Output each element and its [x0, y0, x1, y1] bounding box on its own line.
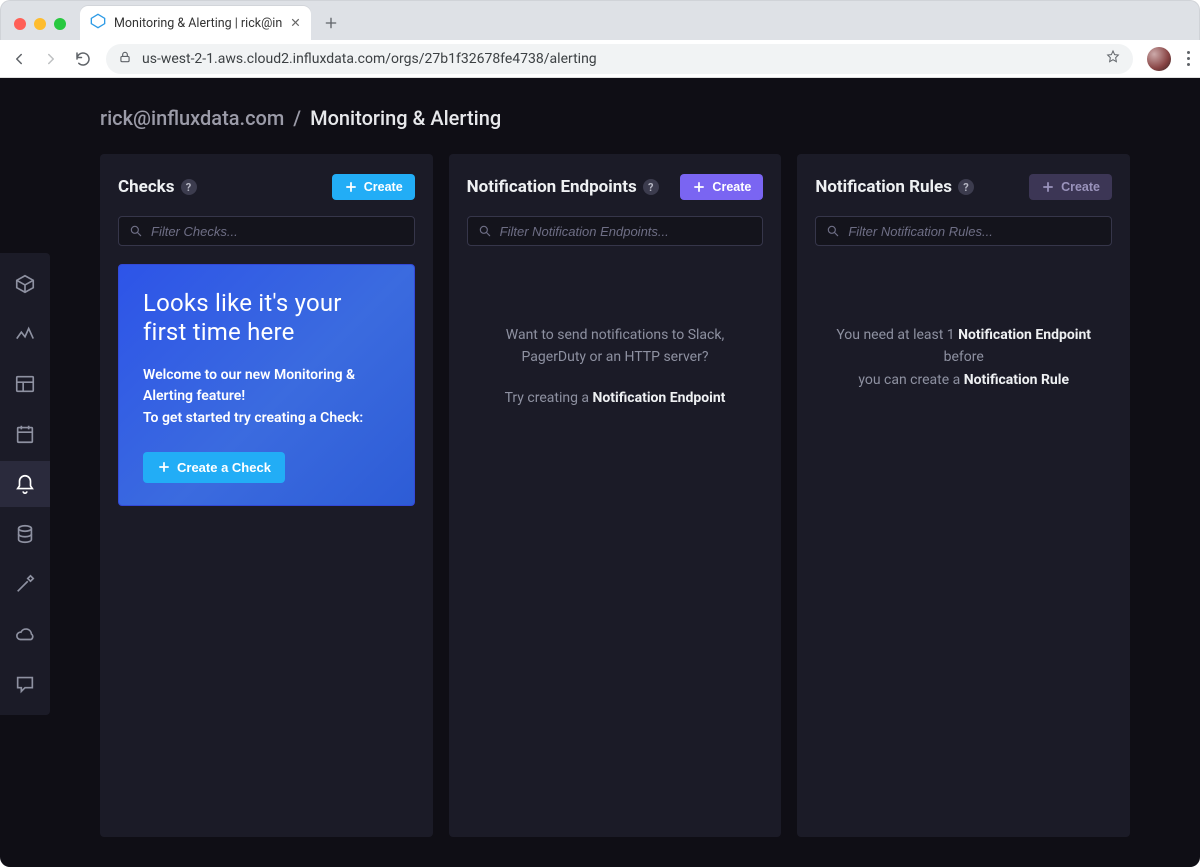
- bookmark-star-icon[interactable]: [1105, 49, 1121, 69]
- rules-help-icon[interactable]: ?: [958, 179, 974, 195]
- endpoints-empty-l2-pre: Try creating a: [505, 390, 593, 406]
- window-controls: [14, 18, 66, 30]
- rules-empty-l1-strong: Notification Endpoint: [958, 327, 1091, 343]
- endpoints-empty-l2-strong: Notification Endpoint: [593, 390, 726, 406]
- breadcrumb: rick@influxdata.com / Monitoring & Alert…: [100, 106, 1130, 130]
- address-bar[interactable]: us-west-2-1.aws.cloud2.influxdata.com/or…: [106, 44, 1133, 74]
- breadcrumb-separator: /: [293, 106, 301, 130]
- rules-empty-l2: before: [815, 346, 1112, 368]
- create-endpoint-label: Create: [712, 180, 751, 194]
- reload-button[interactable]: [74, 50, 92, 68]
- create-check-button[interactable]: Create: [332, 174, 415, 200]
- forward-button[interactable]: [42, 50, 60, 68]
- endpoints-empty-state: Want to send notifications to Slack, Pag…: [467, 324, 764, 409]
- breadcrumb-root[interactable]: rick@influxdata.com: [100, 106, 284, 130]
- welcome-body-line1: Welcome to our new Monitoring & Alerting…: [143, 367, 355, 405]
- endpoints-help-icon[interactable]: ?: [643, 179, 659, 195]
- create-a-check-button[interactable]: Create a Check: [143, 452, 285, 483]
- plus-icon: [1041, 180, 1055, 194]
- search-icon: [826, 224, 840, 238]
- browser-tab[interactable]: Monitoring & Alerting | rick@in ✕: [80, 6, 311, 40]
- new-tab-button[interactable]: [317, 9, 345, 37]
- checks-filter[interactable]: [118, 216, 415, 246]
- close-window-dot[interactable]: [14, 18, 26, 30]
- app-sidebar: [0, 253, 50, 715]
- plus-icon: [692, 180, 706, 194]
- lock-icon: [118, 50, 132, 68]
- search-icon: [129, 224, 143, 238]
- endpoints-filter-input[interactable]: [500, 224, 753, 239]
- address-bar-url: us-west-2-1.aws.cloud2.influxdata.com/or…: [142, 51, 1095, 67]
- page-title: Monitoring & Alerting: [310, 106, 501, 130]
- close-tab-icon[interactable]: ✕: [290, 15, 300, 31]
- create-a-check-label: Create a Check: [177, 460, 271, 475]
- create-check-label: Create: [364, 180, 403, 194]
- welcome-heading: Looks like it's your first time here: [143, 289, 390, 347]
- profile-avatar[interactable]: [1147, 47, 1171, 71]
- minimize-window-dot[interactable]: [34, 18, 46, 30]
- checks-filter-input[interactable]: [151, 224, 404, 239]
- sidebar-item-settings[interactable]: [0, 561, 50, 607]
- create-rule-label: Create: [1061, 180, 1100, 194]
- rules-filter[interactable]: [815, 216, 1112, 246]
- checks-help-icon[interactable]: ?: [181, 179, 197, 195]
- browser-menu-icon[interactable]: [1187, 51, 1190, 66]
- search-icon: [478, 224, 492, 238]
- endpoints-filter[interactable]: [467, 216, 764, 246]
- tab-title: Monitoring & Alerting | rick@in: [114, 16, 282, 31]
- endpoints-empty-l1: Want to send notifications to Slack, Pag…: [485, 324, 745, 369]
- rules-filter-input[interactable]: [848, 224, 1101, 239]
- create-endpoint-button[interactable]: Create: [680, 174, 763, 200]
- plus-icon: [344, 180, 358, 194]
- sidebar-item-tasks[interactable]: [0, 411, 50, 457]
- welcome-body-line2: To get started try creating a Check:: [143, 410, 363, 426]
- create-rule-button: Create: [1029, 174, 1112, 200]
- back-button[interactable]: [10, 50, 28, 68]
- rules-title: Notification Rules: [815, 177, 952, 197]
- app-root: rick@influxdata.com / Monitoring & Alert…: [0, 78, 1200, 867]
- zoom-window-dot[interactable]: [54, 18, 66, 30]
- rules-empty-l1-pre: You need at least 1: [836, 327, 958, 343]
- browser-tabbar: Monitoring & Alerting | rick@in ✕: [0, 0, 1200, 40]
- sidebar-item-feedback[interactable]: [0, 661, 50, 707]
- rules-empty-l3-pre: you can create a: [858, 372, 963, 388]
- endpoints-title: Notification Endpoints: [467, 177, 637, 197]
- sidebar-item-dashboards[interactable]: [0, 361, 50, 407]
- rules-empty-l3-strong: Notification Rule: [964, 372, 1069, 388]
- welcome-card: Looks like it's your first time here Wel…: [118, 264, 415, 506]
- sidebar-item-cube[interactable]: [0, 261, 50, 307]
- sidebar-item-alerting[interactable]: [0, 461, 50, 507]
- sidebar-item-data[interactable]: [0, 511, 50, 557]
- browser-toolbar: us-west-2-1.aws.cloud2.influxdata.com/or…: [0, 40, 1200, 78]
- tab-favicon: [90, 13, 106, 33]
- checks-title: Checks: [118, 177, 175, 197]
- plus-icon: [157, 460, 171, 474]
- rules-panel: Notification Rules ? Create: [797, 154, 1130, 837]
- sidebar-item-cloud[interactable]: [0, 611, 50, 657]
- sidebar-item-graph[interactable]: [0, 311, 50, 357]
- endpoints-panel: Notification Endpoints ? Create: [449, 154, 782, 837]
- rules-empty-state: You need at least 1 Notification Endpoin…: [815, 324, 1112, 391]
- checks-panel: Checks ? Create Looks l: [100, 154, 433, 837]
